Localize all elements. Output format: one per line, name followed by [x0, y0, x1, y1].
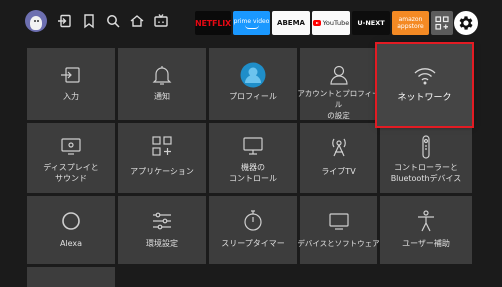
- tile-partial[interactable]: [27, 267, 115, 287]
- tile-profile[interactable]: プロフィール: [209, 48, 297, 120]
- tile-label: ネットワーク: [397, 93, 452, 103]
- stopwatch-icon: [240, 208, 266, 234]
- avatar[interactable]: [25, 10, 47, 32]
- home-icon[interactable]: [129, 13, 145, 29]
- tile-label: Alexa: [59, 239, 83, 248]
- tile-label: 入力: [63, 92, 79, 101]
- tile-label: ユーザー補助: [402, 239, 450, 248]
- tile-label: プロフィール: [229, 92, 277, 101]
- tile-live-tv[interactable]: ライブTV: [300, 123, 377, 193]
- youtube-app-tile[interactable]: YouTube: [312, 11, 350, 35]
- tile-label: 機器の コントロール: [229, 163, 277, 183]
- remote-icon: [413, 134, 439, 160]
- prime-video-app-tile[interactable]: prime video: [233, 11, 270, 35]
- settings-button[interactable]: [454, 11, 478, 35]
- tile-display-sound[interactable]: ディスプレイと サウンド: [27, 123, 115, 193]
- tile-label: 通知: [154, 92, 170, 101]
- tile-label: スリープタイマー: [221, 239, 285, 248]
- unext-app-tile[interactable]: U-NEXT: [352, 11, 390, 35]
- profile-avatar-icon: [240, 62, 266, 88]
- unext-logo-text: U-NEXT: [357, 19, 385, 27]
- tile-sleep-timer[interactable]: スリープタイマー: [209, 196, 297, 264]
- tile-preferences[interactable]: 環境設定: [118, 196, 206, 264]
- tile-notifications[interactable]: 通知: [118, 48, 206, 120]
- bell-icon: [149, 62, 175, 88]
- person-icon: [326, 62, 352, 88]
- display-sound-icon: [58, 133, 84, 159]
- tile-network[interactable]: ネットワーク: [375, 42, 474, 128]
- amazon-appstore-tile[interactable]: amazon appstore: [392, 11, 429, 35]
- abema-logo-text: ABEMA: [277, 19, 305, 27]
- apps-grid-icon: [435, 16, 449, 30]
- tile-label: デバイスとソフトウェア: [297, 239, 380, 248]
- live-tv-icon[interactable]: [153, 13, 169, 29]
- tile-label: ディスプレイと サウンド: [43, 163, 99, 183]
- amazon-logo-text: amazon: [398, 16, 423, 23]
- tile-label: ライブTV: [321, 167, 356, 176]
- tile-label: 環境設定: [146, 239, 178, 248]
- tile-accessibility[interactable]: ユーザー補助: [380, 196, 472, 264]
- all-apps-button[interactable]: [431, 11, 453, 35]
- tile-device-control[interactable]: 機器の コントロール: [209, 123, 297, 193]
- accessibility-icon: [413, 208, 439, 234]
- prime-video-logo-text: prime video: [233, 17, 270, 25]
- youtube-logo-text: YouTube: [322, 19, 350, 27]
- netflix-logo-text: NETFLIX: [195, 18, 231, 28]
- alexa-ring-icon: [58, 208, 84, 234]
- tile-label: アカウントとプロフィール の設定: [297, 89, 380, 120]
- top-nav-bar: NETFLIX prime video ABEMA YouTube U-NEXT…: [0, 0, 502, 46]
- monitor-icon: [326, 208, 352, 234]
- tile-account-profile-settings[interactable]: アカウントとプロフィール の設定: [297, 48, 380, 120]
- apps-grid-icon: [149, 133, 175, 159]
- avatar-face: [30, 16, 42, 30]
- input-icon[interactable]: [57, 13, 73, 29]
- tv-control-icon: [240, 133, 266, 159]
- netflix-app-tile[interactable]: NETFLIX: [195, 11, 231, 35]
- sliders-icon: [149, 208, 175, 234]
- antenna-icon: [326, 133, 352, 159]
- prime-smile-icon: [244, 25, 259, 29]
- tile-label: コントローラーと Bluetoothデバイス: [390, 163, 462, 183]
- wifi-icon: [412, 62, 438, 88]
- search-icon[interactable]: [105, 13, 121, 29]
- appstore-logo-text: appstore: [397, 23, 424, 30]
- tile-applications[interactable]: アプリケーション: [118, 123, 206, 193]
- tile-device-software[interactable]: デバイスとソフトウェア: [297, 196, 380, 264]
- tile-controllers-bluetooth[interactable]: コントローラーと Bluetoothデバイス: [380, 128, 472, 193]
- tile-alexa[interactable]: Alexa: [27, 196, 115, 264]
- bookmark-icon[interactable]: [81, 13, 97, 29]
- tile-input[interactable]: 入力: [27, 48, 115, 120]
- abema-app-tile[interactable]: ABEMA: [272, 11, 310, 35]
- input-icon: [58, 62, 84, 88]
- tile-label: アプリケーション: [130, 167, 194, 176]
- gear-icon: [459, 16, 473, 30]
- youtube-play-icon: [312, 20, 321, 26]
